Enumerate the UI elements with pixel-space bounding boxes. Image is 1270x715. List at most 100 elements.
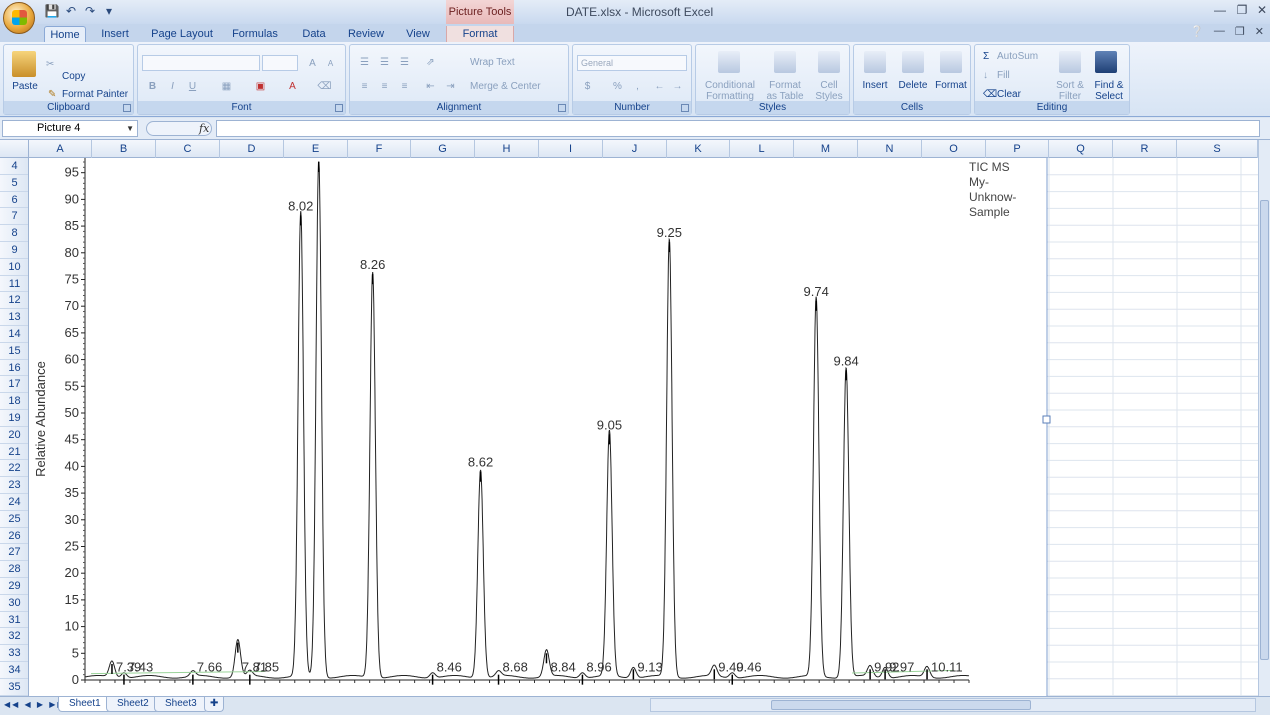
select-all-corner[interactable] xyxy=(0,140,29,158)
row-header-10[interactable]: 10 xyxy=(0,259,28,276)
sheet-tab-sheet2[interactable]: Sheet2 xyxy=(106,697,160,712)
formula-input[interactable] xyxy=(216,120,1260,137)
row-header-32[interactable]: 32 xyxy=(0,628,28,646)
workbook-close-icon[interactable]: ✕ xyxy=(1255,25,1264,38)
row-header-12[interactable]: 12 xyxy=(0,292,28,310)
office-button[interactable] xyxy=(3,2,35,34)
conditional-formatting-button[interactable]: Conditional Formatting xyxy=(698,80,762,102)
row-header-7[interactable]: 7 xyxy=(0,208,28,226)
workbook-minimize-icon[interactable]: — xyxy=(1214,25,1225,38)
column-header-g[interactable]: G xyxy=(411,140,475,158)
name-box[interactable]: Picture 4 ▼ xyxy=(2,120,138,137)
borders-icon[interactable]: ▦ xyxy=(218,79,235,94)
copy-button[interactable]: Copy xyxy=(62,71,85,82)
shrink-font-button[interactable]: A xyxy=(322,56,339,71)
font-name-combo[interactable] xyxy=(142,55,260,71)
bold-button[interactable]: B xyxy=(144,79,161,94)
number-launcher-icon[interactable] xyxy=(681,104,689,112)
grow-font-button[interactable]: A xyxy=(304,56,321,71)
cell-styles-button[interactable]: Cell Styles xyxy=(810,80,848,102)
row-header-30[interactable]: 30 xyxy=(0,595,28,612)
format-cells-button[interactable]: Format xyxy=(932,80,970,91)
column-header-r[interactable]: R xyxy=(1113,140,1177,158)
row-header-4[interactable]: 4 xyxy=(0,158,28,175)
column-header-i[interactable]: I xyxy=(539,140,603,158)
column-header-k[interactable]: K xyxy=(667,140,730,158)
vertical-scroll-thumb[interactable] xyxy=(1260,200,1269,660)
row-header-34[interactable]: 34 xyxy=(0,662,28,679)
column-header-f[interactable]: F xyxy=(348,140,411,158)
row-header-29[interactable]: 29 xyxy=(0,578,28,595)
increase-decimal-icon[interactable]: ← xyxy=(651,79,668,94)
column-header-m[interactable]: M xyxy=(794,140,858,158)
alignment-launcher-icon[interactable] xyxy=(558,104,566,112)
increase-indent-icon[interactable]: ⇥ xyxy=(442,79,459,94)
maximize-icon[interactable]: ❐ xyxy=(1232,3,1252,19)
tab-format[interactable]: Format xyxy=(446,26,514,43)
sheet-tab-sheet1[interactable]: Sheet1 xyxy=(58,697,112,712)
fill-button[interactable]: Fill xyxy=(997,70,1010,81)
column-header-a[interactable]: A xyxy=(29,140,92,158)
decrease-indent-icon[interactable]: ⇤ xyxy=(422,79,439,94)
insert-cells-button[interactable]: Insert xyxy=(856,80,894,91)
column-header-q[interactable]: Q xyxy=(1049,140,1113,158)
align-right-icon[interactable]: ≡ xyxy=(396,79,413,94)
row-header-16[interactable]: 16 xyxy=(0,360,28,377)
clear-button[interactable]: Clear xyxy=(997,89,1021,100)
minimize-icon[interactable]: — xyxy=(1210,3,1230,19)
worksheet-grid[interactable]: 0 5 10 15 20 25 30 35 40 45 50 55 60 65 70 75 80 85 90 95 Re… xyxy=(29,158,1258,696)
row-header-25[interactable]: 25 xyxy=(0,511,28,528)
row-header-15[interactable]: 15 xyxy=(0,343,28,360)
currency-button[interactable]: $ xyxy=(579,79,596,94)
clipboard-launcher-icon[interactable] xyxy=(123,104,131,112)
percent-button[interactable]: % xyxy=(609,79,626,94)
align-center-icon[interactable]: ≡ xyxy=(376,79,393,94)
format-as-table-icon[interactable] xyxy=(774,51,796,73)
fill-color-icon[interactable]: ▣ xyxy=(252,79,269,94)
name-box-dropdown-icon[interactable]: ▼ xyxy=(126,121,134,136)
undo-icon[interactable]: ↶ xyxy=(63,3,79,19)
column-header-o[interactable]: O xyxy=(922,140,986,158)
redo-icon[interactable]: ↷ xyxy=(82,3,98,19)
column-header-h[interactable]: H xyxy=(475,140,539,158)
row-header-33[interactable]: 33 xyxy=(0,645,28,662)
number-format-combo[interactable]: General xyxy=(577,55,687,71)
row-header-21[interactable]: 21 xyxy=(0,444,28,461)
row-header-24[interactable]: 24 xyxy=(0,494,28,511)
find-select-button[interactable]: Find & Select xyxy=(1089,80,1129,102)
help-icon[interactable]: ❔ xyxy=(1190,25,1204,38)
column-header-b[interactable]: B xyxy=(92,140,156,158)
row-header-6[interactable]: 6 xyxy=(0,192,28,209)
row-header-18[interactable]: 18 xyxy=(0,393,28,410)
vertical-scrollbar[interactable] xyxy=(1258,140,1270,696)
wrap-text-button[interactable]: Wrap Text xyxy=(470,57,515,68)
paste-icon[interactable] xyxy=(12,51,36,77)
clear-format-icon[interactable]: ⌫ xyxy=(316,79,333,94)
row-header-19[interactable]: 19 xyxy=(0,410,28,427)
customize-icon[interactable]: ▾ xyxy=(101,3,117,19)
merge-center-button[interactable]: Merge & Center xyxy=(470,81,541,92)
row-header-22[interactable]: 22 xyxy=(0,460,28,478)
format-painter-button[interactable]: Format Painter xyxy=(62,89,128,100)
row-header-23[interactable]: 23 xyxy=(0,477,28,494)
cut-icon[interactable]: ✂ xyxy=(46,59,54,70)
underline-button[interactable]: U xyxy=(184,79,201,94)
conditional-formatting-icon[interactable] xyxy=(718,51,740,73)
font-color-icon[interactable]: A xyxy=(284,79,301,94)
align-bottom-icon[interactable]: ☰ xyxy=(396,55,413,70)
row-header-27[interactable]: 27 xyxy=(0,544,28,562)
insert-cells-icon[interactable] xyxy=(864,51,886,73)
chromatogram-chart[interactable]: 0 5 10 15 20 25 30 35 40 45 50 55 60 65 70 75 80 85 90 95 Re… xyxy=(29,158,1258,696)
row-header-5[interactable]: 5 xyxy=(0,175,28,192)
horizontal-scroll-thumb[interactable] xyxy=(771,700,1031,710)
column-header-p[interactable]: P xyxy=(986,140,1049,158)
insert-function-button[interactable]: fx xyxy=(199,122,209,135)
format-as-table-button[interactable]: Format as Table xyxy=(762,80,808,102)
format-cells-icon[interactable] xyxy=(940,51,962,73)
row-header-9[interactable]: 9 xyxy=(0,242,28,259)
row-header-35[interactable]: 35 xyxy=(0,679,28,696)
tab-formulas[interactable]: Formulas xyxy=(226,26,284,43)
align-middle-icon[interactable]: ☰ xyxy=(376,55,393,70)
row-header-8[interactable]: 8 xyxy=(0,225,28,242)
column-header-d[interactable]: D xyxy=(220,140,284,158)
